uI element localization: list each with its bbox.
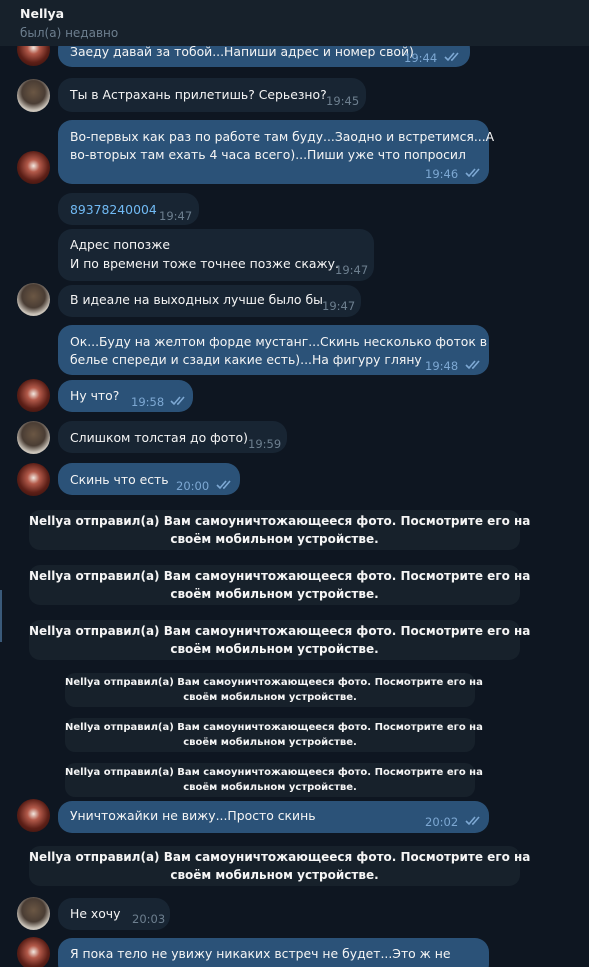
notice-line: Nellya отправил(а) Вам самоуничтожающеес… bbox=[65, 767, 483, 778]
notice-line: своём мобильном устройстве. bbox=[183, 692, 357, 703]
notice-line: Nellya отправил(а) Вам самоуничтожающеес… bbox=[29, 624, 531, 638]
message-text: В идеале на выходных лучше было бы bbox=[70, 292, 323, 307]
message-text: Уничтожайки не вижу...Просто скинь bbox=[70, 808, 316, 823]
self-destruct-photo-notice: Nellya отправил(а) Вам самоуничтожающеес… bbox=[29, 565, 531, 605]
message-text: Слишком толстая до фото) bbox=[70, 430, 248, 445]
message-bubble[interactable]: Во-первых как раз по работе там буду...З… bbox=[58, 120, 494, 184]
message-bubble[interactable]: Уничтожайки не вижу...Просто скинь 20:02 bbox=[58, 801, 489, 833]
avatar[interactable] bbox=[17, 463, 50, 496]
phone-link[interactable]: 89378240004 bbox=[70, 201, 157, 219]
self-destruct-photo-notice: Nellya отправил(а) Вам самоуничтожающеес… bbox=[29, 846, 531, 886]
message-bubble[interactable]: Ты в Астрахань прилетишь? Серьезно? 19:4… bbox=[58, 78, 366, 112]
message-text-line: И по времени тоже точнее позже скажу. bbox=[70, 256, 339, 271]
notice-line: Nellya отправил(а) Вам самоуничтожающеес… bbox=[65, 722, 483, 733]
message-bubble[interactable]: Ну что? 19:58 bbox=[58, 380, 193, 412]
message-text: Ну что? bbox=[70, 388, 120, 403]
chat-title[interactable]: Nellya bbox=[20, 6, 589, 22]
double-check-icon bbox=[465, 816, 480, 826]
message-feed[interactable]: Заеду давай за тобой...Напиши адрес и но… bbox=[0, 0, 589, 967]
double-check-icon bbox=[444, 52, 459, 62]
avatar[interactable] bbox=[17, 421, 50, 454]
chat-header[interactable]: Nellya был(а) недавно bbox=[0, 0, 589, 46]
double-check-icon bbox=[465, 168, 480, 178]
message-bubble[interactable]: Я пока тело не увижу никаких встреч не б… bbox=[58, 938, 489, 967]
avatar[interactable] bbox=[17, 799, 50, 832]
avatar[interactable] bbox=[17, 79, 50, 112]
avatar[interactable] bbox=[17, 897, 50, 930]
self-destruct-photo-notice: Nellya отправил(а) Вам самоуничтожающеес… bbox=[29, 510, 531, 550]
notice-line: своём мобильном устройстве. bbox=[170, 532, 379, 546]
message-time: 19:47 bbox=[159, 209, 193, 223]
message-time: 19:47 bbox=[322, 299, 356, 313]
message-time: 19:48 bbox=[425, 359, 459, 373]
message-bubble[interactable]: Слишком толстая до фото) 19:59 bbox=[58, 421, 287, 453]
message-text-line: Адрес попозже bbox=[70, 237, 171, 252]
message-time: 19:46 bbox=[425, 167, 459, 181]
message-text-line: Ок...Буду на желтом форде мустанг...Скин… bbox=[70, 334, 488, 349]
scroll-indicator[interactable] bbox=[0, 590, 2, 642]
message-bubble[interactable]: Адрес попозже И по времени тоже точнее п… bbox=[58, 229, 374, 281]
notice-line: Nellya отправил(а) Вам самоуничтожающеес… bbox=[29, 514, 531, 528]
double-check-icon bbox=[170, 396, 185, 406]
message-time: 19:58 bbox=[131, 395, 165, 409]
message-bubble[interactable]: 89378240004 19:47 bbox=[58, 193, 199, 225]
message-time: 20:02 bbox=[425, 815, 459, 829]
message-time: 19:45 bbox=[326, 94, 360, 108]
message-text-line: Во-первых как раз по работе там буду...З… bbox=[70, 129, 495, 144]
notice-line: Nellya отправил(а) Вам самоуничтожающеес… bbox=[29, 850, 531, 864]
self-destruct-photo-notice: Nellya отправил(а) Вам самоуничтожающеес… bbox=[29, 620, 531, 660]
message-text: Скинь что есть bbox=[70, 472, 169, 487]
message-bubble[interactable]: Ок...Буду на желтом форде мустанг...Скин… bbox=[58, 325, 489, 375]
message-text: Ты в Астрахань прилетишь? Серьезно? bbox=[70, 87, 327, 102]
notice-line: своём мобильном устройстве. bbox=[170, 868, 379, 882]
message-time: 19:59 bbox=[248, 437, 282, 451]
message-text-line: белье спереди и сзади какие есть)...На ф… bbox=[70, 352, 422, 367]
self-destruct-photo-notice: Nellya отправил(а) Вам самоуничтожающеес… bbox=[65, 673, 483, 707]
self-destruct-photo-notice: Nellya отправил(а) Вам самоуничтожающеес… bbox=[65, 718, 483, 752]
message-text: Я пока тело не увижу никаких встреч не б… bbox=[70, 946, 451, 961]
notice-line: Nellya отправил(а) Вам самоуничтожающеес… bbox=[29, 569, 531, 583]
notice-line: своём мобильном устройстве. bbox=[183, 737, 357, 748]
message-time: 19:44 bbox=[404, 51, 438, 65]
notice-line: Nellya отправил(а) Вам самоуничтожающеес… bbox=[65, 677, 483, 688]
message-bubble[interactable]: Не хочу 20:03 bbox=[58, 898, 170, 930]
message-time: 20:03 bbox=[132, 912, 166, 926]
double-check-icon bbox=[216, 480, 231, 490]
notice-line: своём мобильном устройстве. bbox=[170, 587, 379, 601]
notice-line: своём мобильном устройстве. bbox=[183, 782, 357, 793]
message-time: 19:47 bbox=[335, 263, 369, 277]
notice-line: своём мобильном устройстве. bbox=[170, 642, 379, 656]
avatar[interactable] bbox=[17, 937, 50, 967]
message-time: 20:00 bbox=[176, 479, 210, 493]
chat-status: был(а) недавно bbox=[20, 26, 119, 40]
message-text: Не хочу bbox=[70, 906, 121, 921]
message-bubble[interactable]: В идеале на выходных лучше было бы 19:47 bbox=[58, 285, 361, 317]
avatar[interactable] bbox=[17, 379, 50, 412]
self-destruct-photo-notice: Nellya отправил(а) Вам самоуничтожающеес… bbox=[65, 763, 483, 797]
double-check-icon bbox=[465, 360, 480, 370]
avatar[interactable] bbox=[17, 283, 50, 316]
avatar[interactable] bbox=[17, 151, 50, 184]
message-text-line: во-вторых там ехать 4 часа всего)...Пиши… bbox=[70, 147, 466, 162]
message-bubble[interactable]: Скинь что есть 20:00 bbox=[58, 463, 240, 495]
